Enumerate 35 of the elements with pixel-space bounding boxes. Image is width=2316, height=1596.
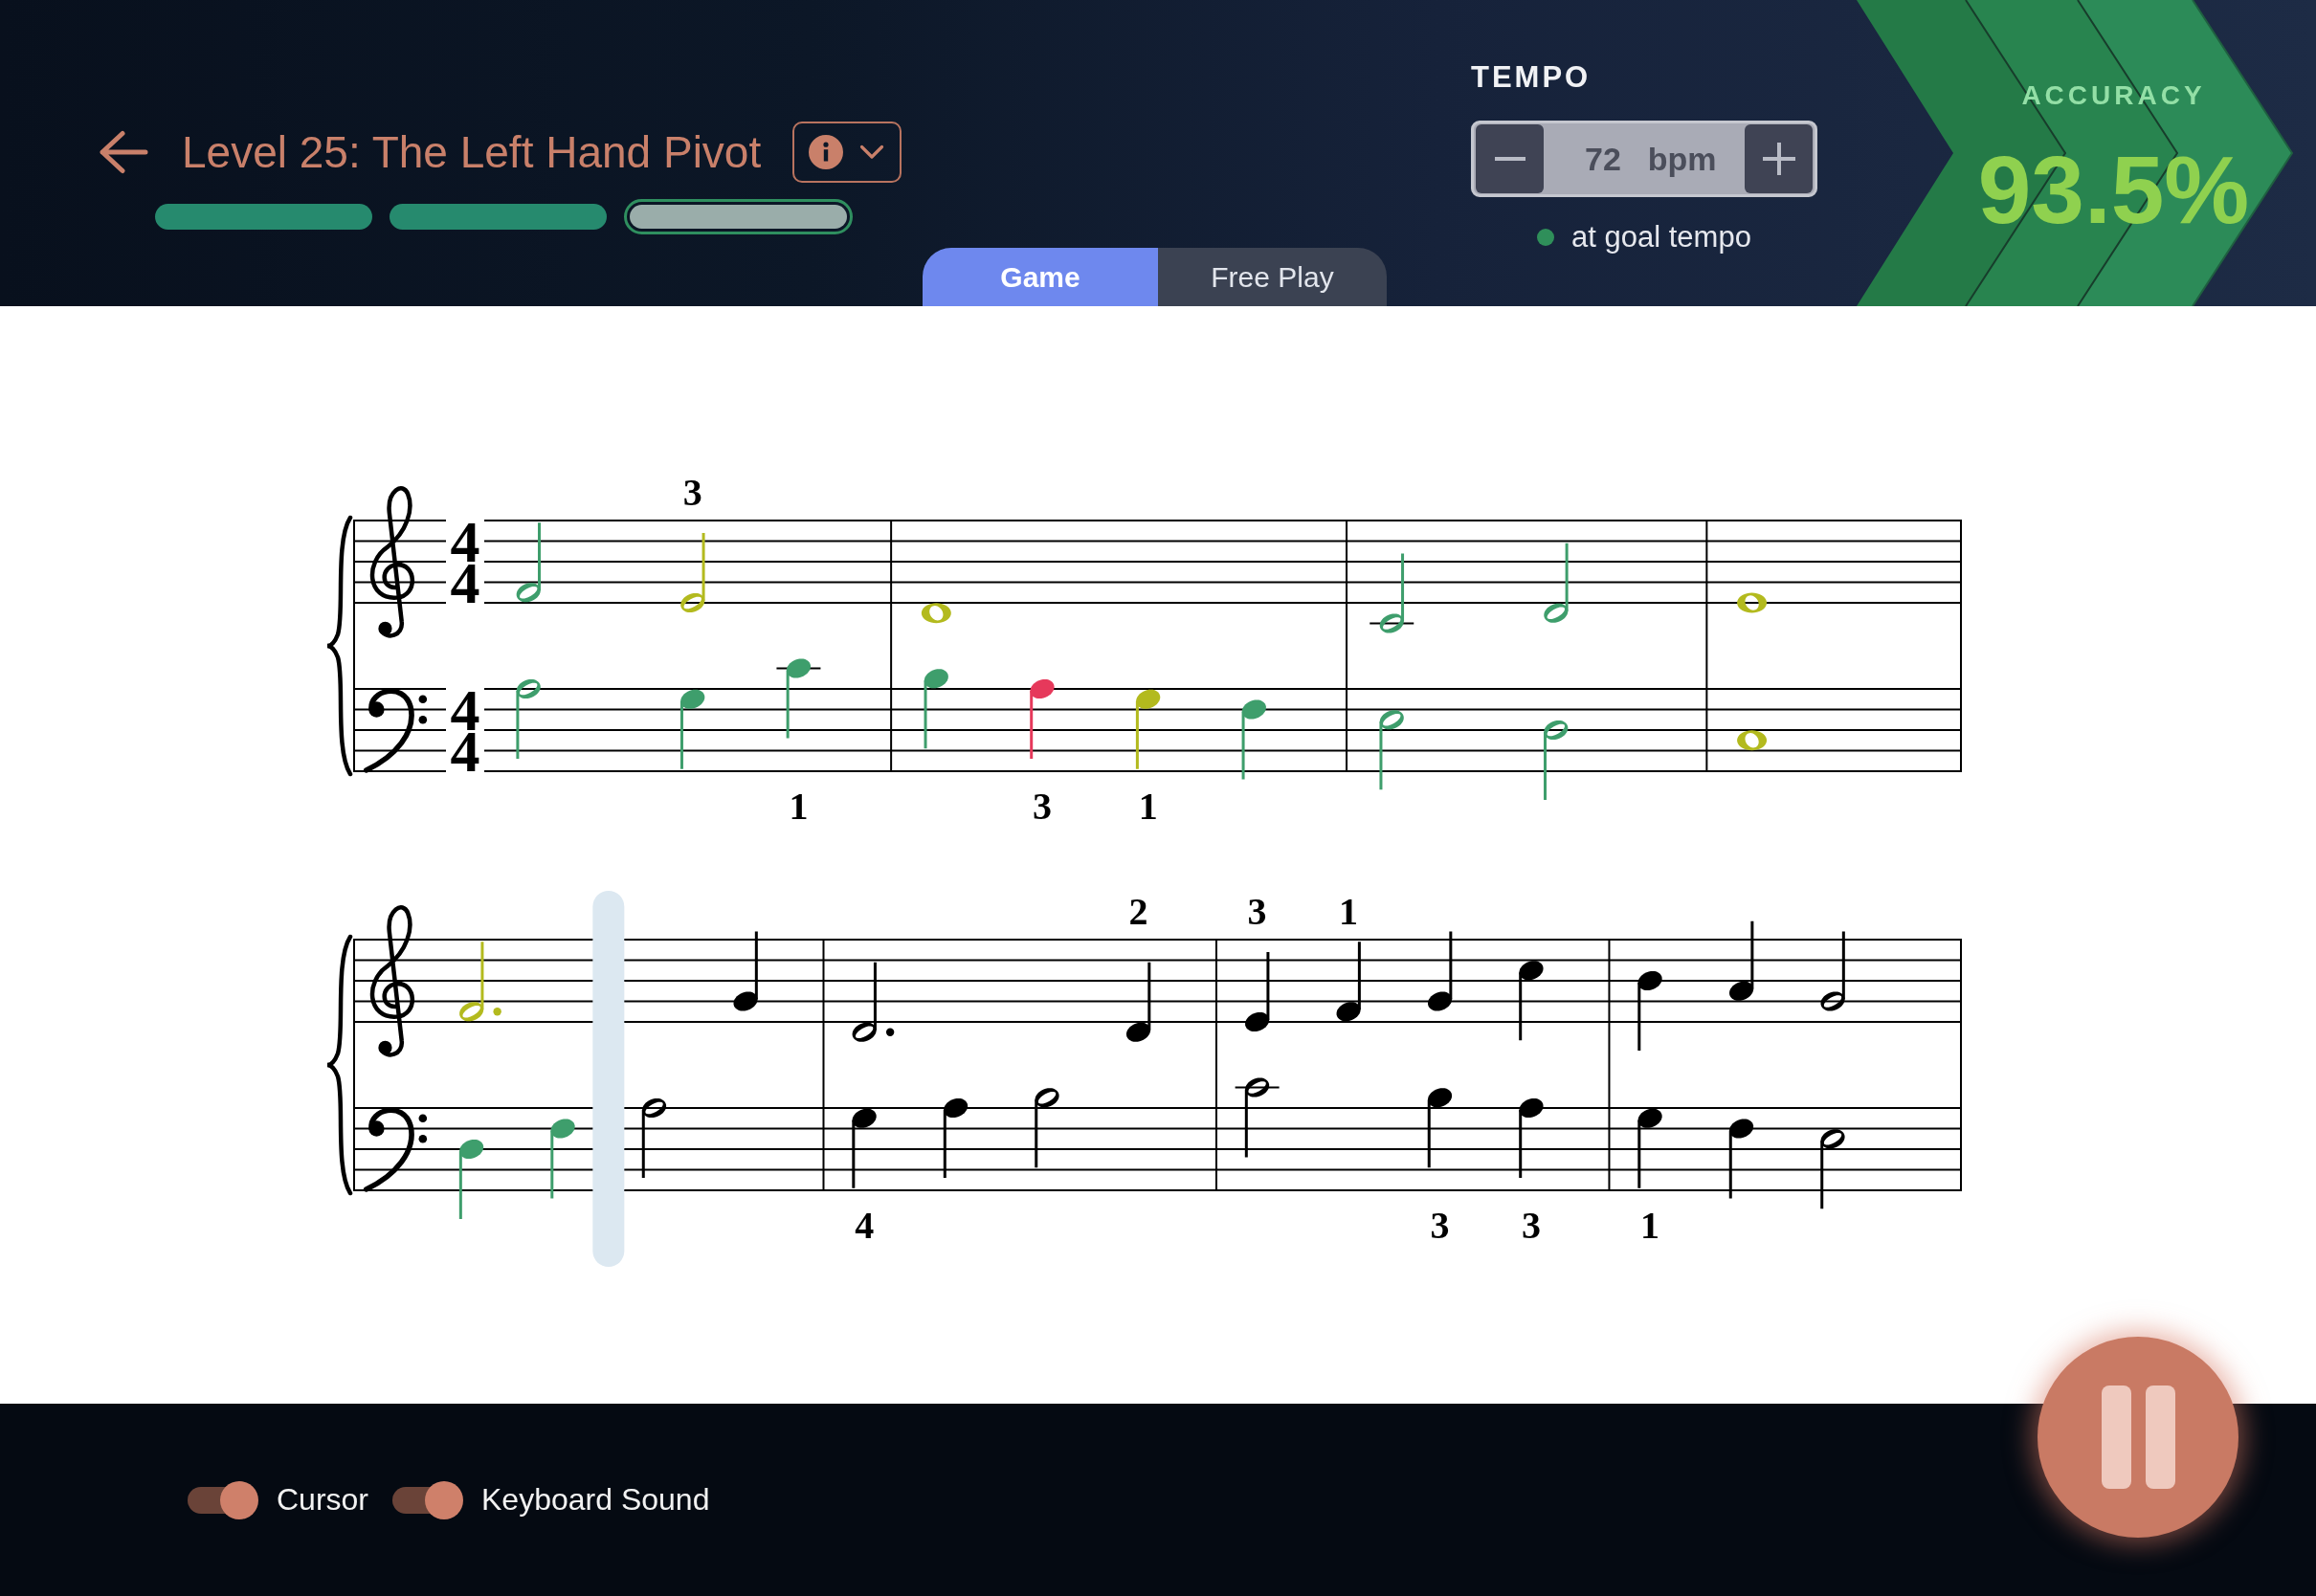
tempo-label: TEMPO bbox=[1471, 60, 1592, 95]
finger-number: 3 bbox=[1033, 785, 1052, 828]
finger-number: 1 bbox=[1138, 785, 1158, 828]
tempo-value: 72 bbox=[1585, 140, 1621, 178]
level-title: Level 25: The Left Hand Pivot bbox=[182, 126, 762, 179]
pause-button[interactable] bbox=[2038, 1337, 2238, 1538]
mode-tab[interactable]: Free Play bbox=[1158, 248, 1387, 306]
treble-clef-icon bbox=[369, 905, 415, 1057]
toggle-switch[interactable] bbox=[392, 1480, 463, 1519]
finger-number: 3 bbox=[1247, 890, 1267, 933]
finger-number: 1 bbox=[789, 785, 809, 828]
info-dropdown-button[interactable] bbox=[792, 122, 902, 183]
increase-tempo-button[interactable] bbox=[1745, 124, 1813, 193]
toggle-switch[interactable] bbox=[188, 1480, 258, 1519]
bass-clef-icon bbox=[363, 1107, 428, 1192]
toggle-label: Keyboard Sound bbox=[481, 1482, 710, 1518]
toggle-label: Cursor bbox=[277, 1482, 368, 1518]
info-icon bbox=[809, 135, 844, 169]
finger-number: 3 bbox=[682, 471, 702, 514]
minus-icon bbox=[1494, 157, 1525, 161]
finger-number: 1 bbox=[1640, 1204, 1660, 1247]
finger-number: 1 bbox=[1339, 890, 1359, 933]
decrease-tempo-button[interactable] bbox=[1476, 124, 1544, 193]
back-button[interactable] bbox=[99, 130, 148, 174]
tempo-status: at goal tempo bbox=[1571, 220, 1751, 255]
bass-clef-icon bbox=[363, 688, 428, 773]
tempo-unit: bpm bbox=[1647, 140, 1717, 178]
finger-number: 3 bbox=[1430, 1204, 1450, 1247]
finger-number: 4 bbox=[855, 1204, 875, 1247]
finger-number: 2 bbox=[1128, 890, 1148, 933]
finger-number: 3 bbox=[1522, 1204, 1541, 1247]
chevron-down-icon bbox=[859, 144, 885, 160]
treble-clef-icon bbox=[369, 486, 415, 638]
plus-icon bbox=[1762, 143, 1795, 175]
back-arrow-icon bbox=[99, 130, 148, 174]
